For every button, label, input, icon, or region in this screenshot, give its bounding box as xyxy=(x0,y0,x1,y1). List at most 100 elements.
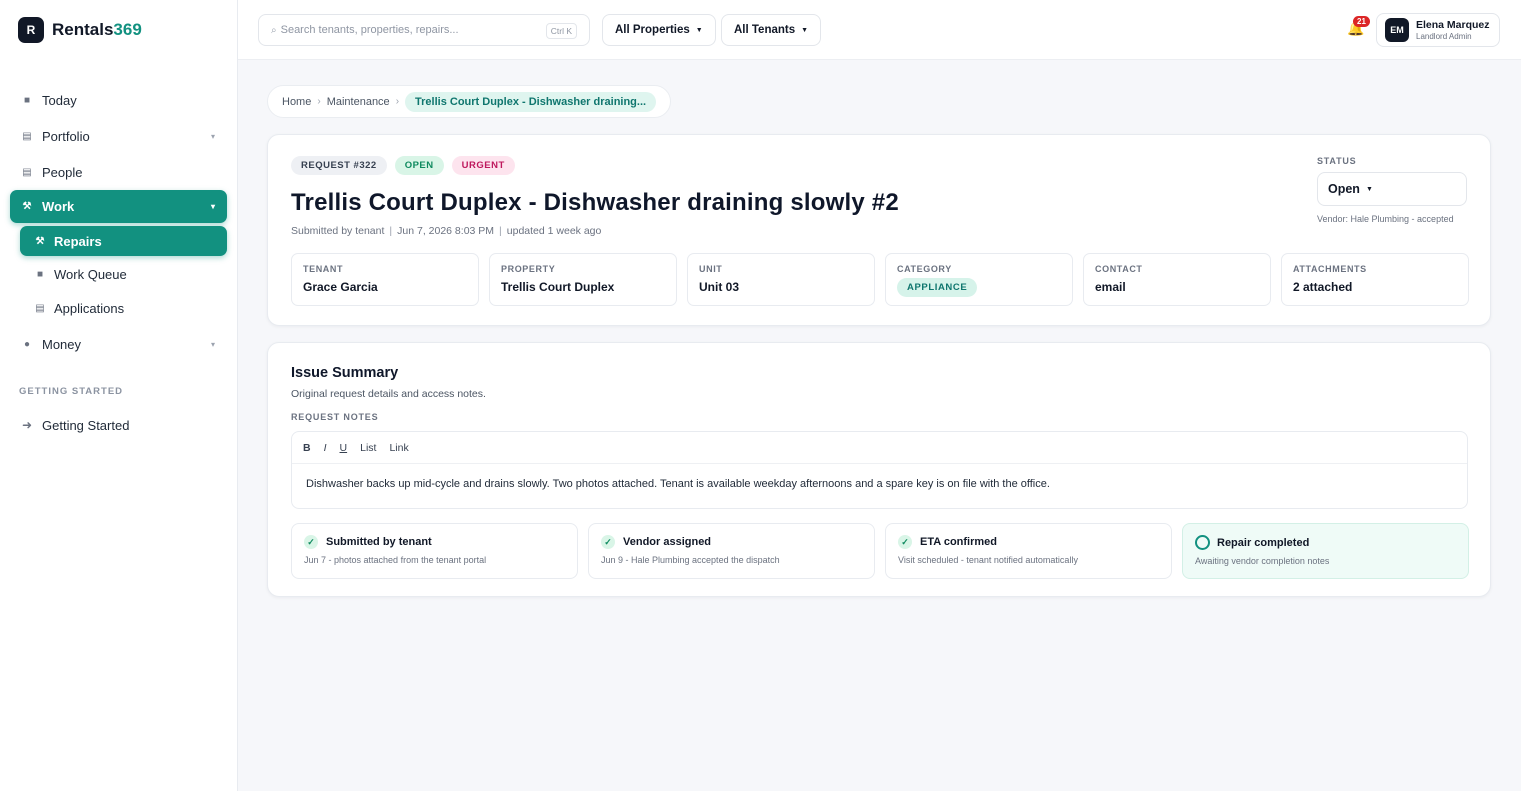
list-button[interactable]: List xyxy=(360,442,376,454)
fact-label: UNIT xyxy=(699,264,723,274)
sidebar-item-money[interactable]: ● Money ▾ xyxy=(10,326,227,362)
fact-category: CATEGORY APPLIANCE xyxy=(885,253,1073,306)
section-subtitle: Original request details and access note… xyxy=(291,388,486,400)
user-role: Landlord Admin xyxy=(1416,32,1472,41)
brand[interactable]: R Rentals369 xyxy=(0,0,237,60)
chevron-down-icon: ▾ xyxy=(210,339,215,349)
request-facts: TENANT Grace Garcia PROPERTY Trellis Cou… xyxy=(291,253,1469,306)
step-repair-completed: Repair completed Awaiting vendor complet… xyxy=(1182,523,1469,579)
sidebar-section-label: GETTING STARTED xyxy=(19,386,124,397)
sidebar-item-label: Getting Started xyxy=(42,417,130,433)
check-icon: ✓ xyxy=(601,535,615,549)
tenants-filter-label: All Tenants xyxy=(734,24,796,36)
sidebar-item-label: Applications xyxy=(54,301,125,316)
updated-at: updated 1 week ago xyxy=(506,225,602,237)
notes-text[interactable]: Dishwasher backs up mid-cycle and drains… xyxy=(292,464,1467,504)
square-icon: ■ xyxy=(23,94,31,106)
step-submitted: ✓ Submitted by tenant Jun 7 - photos atta… xyxy=(291,523,578,579)
step-title: Repair completed xyxy=(1217,536,1310,549)
status-label: STATUS xyxy=(1317,156,1357,166)
notification-badge: 21 xyxy=(1353,16,1370,27)
list-icon: ▤ xyxy=(35,303,45,314)
section-title: Issue Summary xyxy=(291,365,399,381)
fact-attachments[interactable]: ATTACHMENTS 2 attached xyxy=(1281,253,1469,306)
sidebar-item-getting-started[interactable]: ➜ Getting Started xyxy=(10,407,227,443)
search-box[interactable]: ⌕ Ctrl K xyxy=(258,14,590,46)
step-vendor-assigned: ✓ Vendor assigned Jun 9 - Hale Plumbing a… xyxy=(588,523,875,579)
user-menu[interactable]: EM Elena Marquez Landlord Admin xyxy=(1376,13,1500,47)
fact-label: PROPERTY xyxy=(501,264,556,274)
properties-filter[interactable]: All Properties ▼ xyxy=(602,14,716,46)
avatar: EM xyxy=(1385,18,1409,42)
step-title: Vendor assigned xyxy=(623,536,712,548)
request-meta: Submitted by tenant | Jun 7, 2026 8:03 PM |… xyxy=(291,225,602,237)
sidebar-subitem-work-queue[interactable]: ■ Work Queue xyxy=(20,259,227,290)
properties-filter-label: All Properties xyxy=(615,24,690,36)
chevron-down-icon: ▼ xyxy=(695,26,703,34)
breadcrumb-current: Trellis Court Duplex - Dishwasher draini… xyxy=(405,91,657,112)
underline-button[interactable]: U xyxy=(340,442,348,454)
sidebar-subitem-repairs[interactable]: ⚒ Repairs xyxy=(20,226,227,256)
notes-editor: B I U List Link Dishwasher backs up mid-… xyxy=(291,431,1468,509)
main-nav: ■ Today ▤ Portfolio ▾ ▤ People ⚒ Work ▾ … xyxy=(0,60,237,443)
list-icon: ▤ xyxy=(22,166,32,178)
request-header-card: REQUEST #322 OPEN URGENT Trellis Court D… xyxy=(267,134,1491,326)
status-value: Open xyxy=(1328,182,1360,196)
fact-contact: CONTACT email xyxy=(1083,253,1271,306)
chevron-down-icon: ▾ xyxy=(210,131,215,141)
sidebar-item-label: Portfolio xyxy=(42,128,90,144)
breadcrumb-home[interactable]: Home xyxy=(282,96,311,108)
chevron-down-icon: ▼ xyxy=(1365,185,1373,193)
search-icon: ⌕ xyxy=(271,24,277,36)
fact-value: Unit 03 xyxy=(699,280,740,294)
fact-value: Grace Garcia xyxy=(303,280,378,294)
issue-summary-card: Issue Summary Original request details a… xyxy=(267,342,1491,597)
arrow-right-icon: ➜ xyxy=(21,418,33,432)
step-title: ETA confirmed xyxy=(920,536,998,548)
check-icon: ✓ xyxy=(304,535,318,549)
check-icon: ✓ xyxy=(898,535,912,549)
sidebar-item-label: Money xyxy=(42,336,82,352)
progress-steps: ✓ Submitted by tenant Jun 7 - photos atta… xyxy=(291,523,1469,579)
chevron-right-icon: › xyxy=(395,96,400,107)
sidebar-item-portfolio[interactable]: ▤ Portfolio ▾ xyxy=(10,118,227,154)
breadcrumb-maintenance[interactable]: Maintenance xyxy=(327,96,390,108)
breadcrumb: Home › Maintenance › Trellis Court Duple… xyxy=(267,85,672,118)
tools-icon: ⚒ xyxy=(35,235,45,247)
page-title: Trellis Court Duplex - Dishwasher draini… xyxy=(291,189,899,216)
sidebar-item-work[interactable]: ⚒ Work ▾ xyxy=(10,190,227,223)
tenants-filter[interactable]: All Tenants ▼ xyxy=(721,14,822,46)
sidebar: R Rentals369 ■ Today ▤ Portfolio ▾ ▤ Peo… xyxy=(0,0,238,791)
sidebar-item-people[interactable]: ▤ People xyxy=(10,154,227,190)
brand-logo: R xyxy=(18,17,44,43)
link-button[interactable]: Link xyxy=(389,442,408,454)
fact-label: CONTACT xyxy=(1095,264,1143,274)
fact-unit: UNIT Unit 03 xyxy=(687,253,875,306)
italic-button[interactable]: I xyxy=(324,442,327,454)
sidebar-item-label: Today xyxy=(42,92,77,108)
step-desc: Jun 9 - Hale Plumbing accepted the dispa… xyxy=(601,555,780,565)
square-icon: ■ xyxy=(36,269,44,280)
fact-value: email xyxy=(1095,280,1126,294)
sidebar-item-label: Work xyxy=(42,199,75,214)
search-input[interactable] xyxy=(280,24,541,36)
sidebar-item-label: Repairs xyxy=(54,233,102,249)
request-number-badge: REQUEST #322 xyxy=(291,156,387,175)
fact-label: TENANT xyxy=(303,264,344,274)
submitted-at: Jun 7, 2026 8:03 PM xyxy=(397,225,495,237)
sidebar-item-today[interactable]: ■ Today xyxy=(10,82,227,118)
chevron-down-icon: ▾ xyxy=(210,202,215,211)
step-desc: Visit scheduled - tenant notified automa… xyxy=(898,555,1078,565)
sidebar-subitem-applications[interactable]: ▤ Applications xyxy=(20,293,227,324)
fact-value: Trellis Court Duplex xyxy=(501,280,615,294)
list-icon: ▤ xyxy=(22,130,32,142)
fact-label: CATEGORY xyxy=(897,264,952,274)
bold-button[interactable]: B xyxy=(303,442,311,454)
fact-label: ATTACHMENTS xyxy=(1293,264,1367,274)
tools-icon: ⚒ xyxy=(22,201,32,212)
brand-name: Rentals369 xyxy=(52,20,142,39)
step-desc: Jun 7 - photos attached from the tenant … xyxy=(304,555,487,565)
search-shortcut: Ctrl K xyxy=(545,23,577,39)
category-chip: APPLIANCE xyxy=(897,278,978,297)
status-select[interactable]: Open ▼ xyxy=(1317,172,1467,206)
